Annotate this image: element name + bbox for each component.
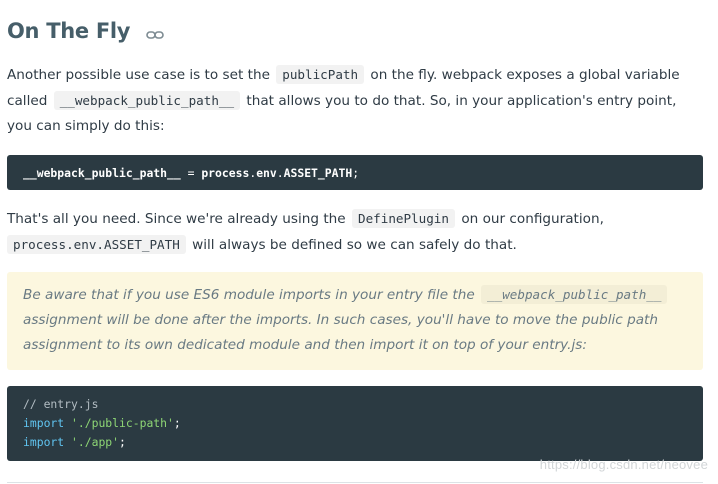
text: on our configuration, [461,211,604,227]
code-string: './app' [71,435,120,449]
code-punctuation: ; [119,435,126,449]
code-token: . [276,165,284,180]
paragraph-defineplugin: That's all you need. Since we're already… [7,206,703,258]
text: That's all you need. Since we're already… [7,211,346,227]
section-divider [7,482,703,483]
warning-callout: Be aware that if you use ES6 module impo… [7,272,703,370]
code-token: ; [352,165,360,180]
text: called [7,93,48,109]
code-block-entry: // entry.js import './public-path'; impo… [7,386,703,461]
text: assignment will be done after the import… [23,312,658,328]
code-token: . [249,165,257,180]
code-keyword: import [23,416,65,430]
text: will always be defined so we can safely … [192,237,517,253]
section-heading: On The Fly [7,0,703,62]
code-block-assignment: __webpack_public_path__ = process. env. AS… [7,155,703,190]
code-token: __webpack_public_path__ [23,165,181,180]
code-token: process [201,165,250,180]
code-line: // entry.js [23,395,687,414]
code-token: env [256,165,277,180]
code-line: import './public-path'; [23,414,687,433]
code-string: './public-path' [71,416,174,430]
callout-text: Be aware that if you use ES6 module impo… [23,282,687,358]
text: Another possible use case is to set the [7,67,270,83]
code-line: import './app'; [23,433,687,452]
code-token: ASSET_PATH [283,165,353,180]
inline-code-defineplugin: DefinePlugin [351,209,455,228]
link-icon[interactable] [146,26,164,39]
text: assignment to its own dedicated module a… [23,337,587,353]
code-punctuation: ; [173,416,181,430]
code-comment: // entry.js [23,397,99,411]
inline-code-webpack-public-path: __webpack_public_path__ [53,91,241,110]
inline-code-asset-path: process.env.ASSET_PATH [7,235,186,254]
text: on the fly. webpack exposes a global var… [370,67,680,83]
watermark: https://blog.csdn.net/neovee [539,457,708,472]
paragraph-intro: Another possible use case is to set the … [7,62,703,139]
code-token: = [180,165,202,180]
inline-code-publicpath: publicPath [276,65,365,84]
doc-content: On The Fly Another possible use case is … [7,0,703,461]
section-title: On The Fly [7,19,131,43]
text: that allows you to do that. So, in your … [246,93,677,109]
text: Be aware that if you use ES6 module impo… [23,287,475,303]
text: you can simply do this: [7,118,165,134]
code-keyword: import [23,435,65,449]
inline-code-webpack-public-path: __webpack_public_path__ [481,285,668,304]
